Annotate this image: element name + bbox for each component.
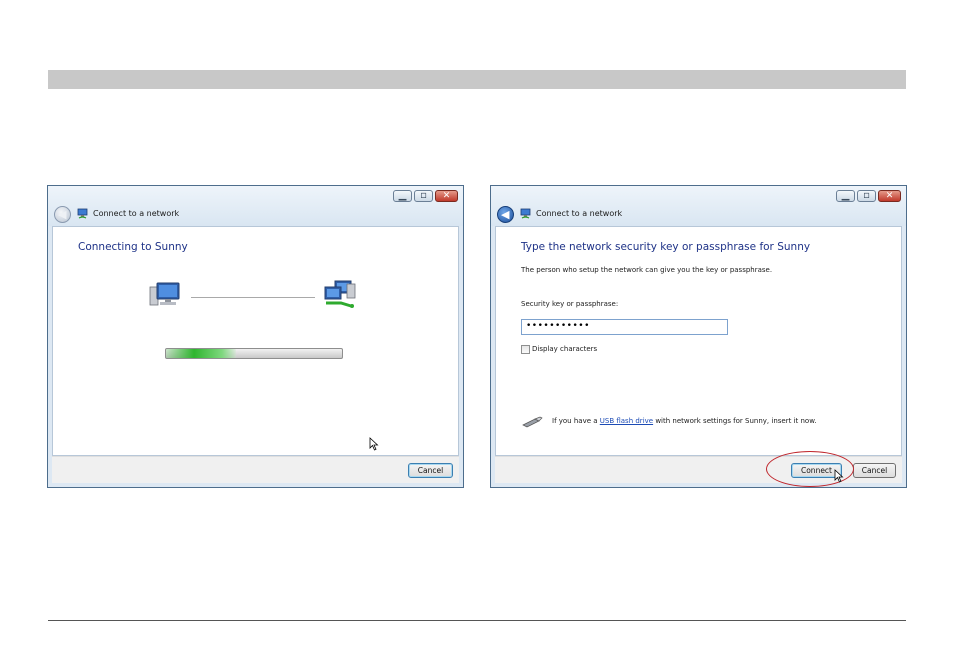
mouse-cursor-icon [369, 437, 379, 451]
usb-hint-prefix: If you have a [552, 417, 600, 425]
network-computers-icon [324, 280, 356, 308]
usb-hint-text: If you have a USB flash drive with netwo… [552, 417, 817, 425]
maximize-icon: ▫ [420, 190, 427, 201]
close-icon: ✕ [885, 191, 894, 201]
display-characters-label: Display characters [532, 345, 598, 353]
title-bar: ▁ ▫ ✕ ◀ Connect to a network [491, 186, 906, 226]
caption-buttons: ▁ ▫ ✕ [393, 190, 458, 202]
usb-drive-icon [522, 416, 543, 428]
security-key-input[interactable]: ••••••••••• [521, 319, 728, 335]
window-title: Connect to a network [93, 209, 180, 218]
back-button[interactable]: ◀ [497, 206, 514, 223]
security-key-label: Security key or passphrase: [521, 300, 619, 308]
back-arrow-icon: ◀ [501, 208, 510, 221]
computer-icon [149, 282, 180, 306]
close-icon: ✕ [442, 191, 451, 201]
dialog-content: Type the network security key or passphr… [495, 226, 902, 456]
minimize-icon: ▁ [398, 190, 407, 201]
minimize-button[interactable]: ▁ [836, 190, 855, 202]
network-icon [520, 208, 531, 219]
connection-line [191, 297, 315, 298]
usb-flash-drive-link[interactable]: USB flash drive [600, 417, 653, 425]
close-button[interactable]: ✕ [435, 190, 458, 202]
network-icon [77, 208, 88, 219]
manual-page: ▁ ▫ ✕ ◀ Connect to a network Connecting … [0, 0, 954, 668]
header-bar [48, 70, 906, 89]
dialog-content: Connecting to Sunny [52, 226, 459, 456]
close-button[interactable]: ✕ [878, 190, 901, 202]
dialog-heading: Connecting to Sunny [78, 241, 188, 253]
maximize-button[interactable]: ▫ [414, 190, 433, 202]
dialog-heading: Type the network security key or passphr… [521, 241, 811, 253]
footer-rule [48, 620, 906, 621]
progress-fill [166, 349, 237, 358]
back-button[interactable]: ◀ [54, 206, 71, 223]
caption-buttons: ▁ ▫ ✕ [836, 190, 901, 202]
cancel-button[interactable]: Cancel [408, 463, 453, 478]
title-bar: ▁ ▫ ✕ ◀ Connect to a network [48, 186, 463, 226]
mouse-cursor-icon [834, 469, 844, 483]
display-characters-checkbox[interactable] [521, 345, 530, 354]
instruction-text: The person who setup the network can giv… [521, 266, 773, 274]
connecting-dialog: ▁ ▫ ✕ ◀ Connect to a network Connecting … [47, 185, 464, 488]
maximize-button[interactable]: ▫ [857, 190, 876, 202]
minimize-button[interactable]: ▁ [393, 190, 412, 202]
usb-hint-suffix: with network settings for Sunny, insert … [653, 417, 817, 425]
security-key-dialog: ▁ ▫ ✕ ◀ Connect to a network Type the ne… [490, 185, 907, 488]
minimize-icon: ▁ [841, 190, 850, 201]
connection-progress-bar [165, 348, 343, 359]
button-bar: Cancel [52, 456, 459, 483]
maximize-icon: ▫ [863, 190, 870, 201]
window-title: Connect to a network [536, 209, 623, 218]
cancel-button[interactable]: Cancel [853, 463, 896, 478]
back-arrow-icon: ◀ [58, 208, 67, 221]
